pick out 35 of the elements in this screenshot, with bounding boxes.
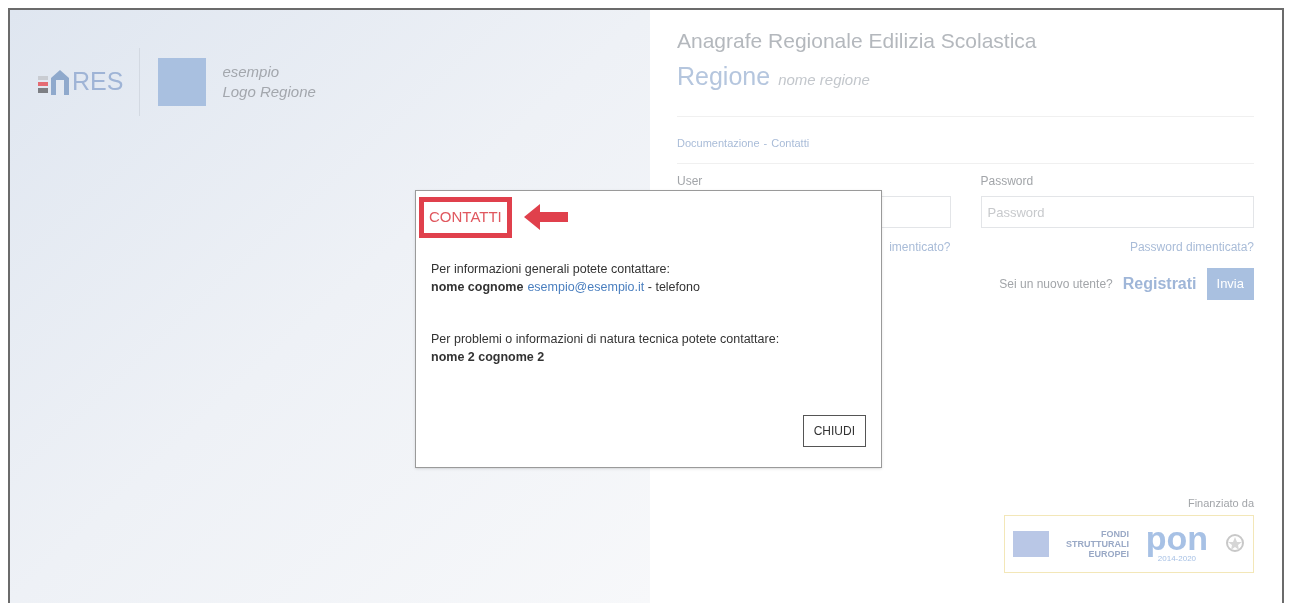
region-label: Regione — [677, 61, 771, 92]
logo-years: 2014-2020 — [1157, 554, 1197, 565]
contact-intro: Per informazioni generali potete contattare: — [431, 260, 672, 278]
flag-placeholder — [1013, 531, 1049, 557]
logo-line: STRUTTURALI — [1065, 539, 1129, 549]
contact-name: nome 2 cognome 2 — [431, 348, 545, 366]
logo-line: EUROPEI — [1088, 549, 1129, 559]
logo-text: RES — [72, 66, 124, 98]
pointer-arrow-icon — [523, 204, 568, 231]
contact-phone: - telefono — [646, 278, 700, 296]
signup-prompt: Sei un nuovo utente? — [999, 276, 1113, 293]
email-link[interactable]: esempio@esempio.it — [527, 277, 645, 296]
region-logo-placeholder — [158, 58, 207, 106]
register-link[interactable]: Registrati — [1122, 272, 1197, 296]
funding-label: Finanziato da — [1187, 495, 1254, 511]
nav-link[interactable]: Documentazione — [677, 134, 760, 151]
logo-line: FONDI — [1100, 529, 1129, 539]
password-input-field[interactable]: Password — [980, 196, 1254, 228]
region-logo-text: Logo Regione — [222, 82, 316, 102]
forgot-password-link[interactable]: Password dimenticata? — [1129, 238, 1254, 256]
region-logo-text: esempio — [222, 62, 281, 82]
contact-intro: Per problemi o informazioni di natura tecnica potete contattare: — [431, 330, 781, 348]
user-label: User — [677, 174, 704, 188]
nav-separator: - — [763, 135, 768, 151]
nav-link[interactable]: Contatti — [771, 134, 810, 151]
password-label: Password — [980, 174, 1035, 188]
region-name: nome regione — [778, 70, 870, 90]
forgot-user-link[interactable]: imenticato? — [889, 238, 951, 256]
submit-button[interactable]: Invia — [1206, 268, 1254, 300]
contact-name: nome cognome — [431, 278, 524, 296]
dialog-title: CONTATTI — [419, 197, 512, 238]
house-icon — [50, 68, 70, 96]
app-title: Anagrafe Regionale Edilizia Scolastica — [677, 28, 1038, 54]
emblem-icon — [1225, 533, 1245, 555]
close-button[interactable]: CHIUDI — [802, 415, 866, 447]
